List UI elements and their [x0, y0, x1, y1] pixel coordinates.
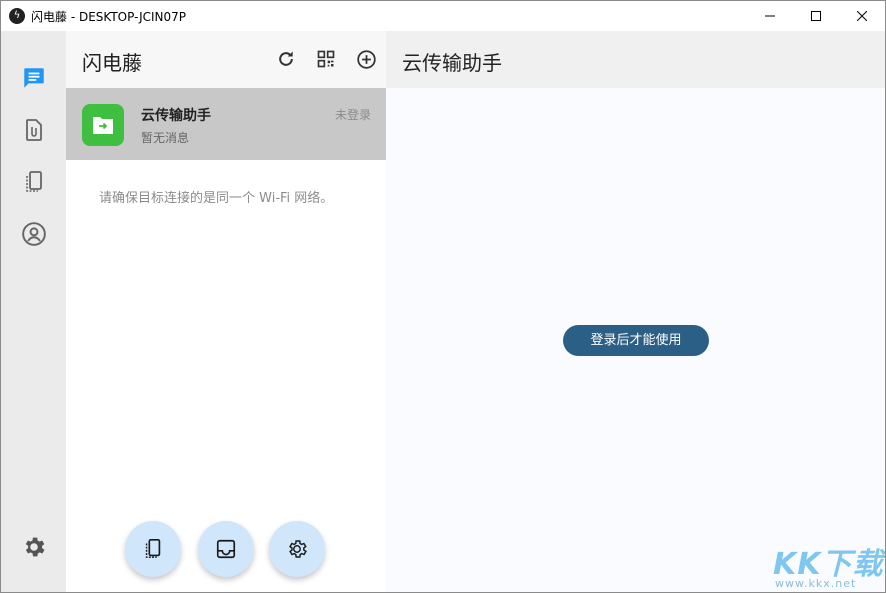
qr-code-icon [317, 50, 335, 68]
add-circle-icon [356, 49, 376, 69]
window-title: 闪电藤 - DESKTOP-JCIN07P [31, 10, 187, 24]
gear-icon [25, 537, 45, 557]
item-avatar [82, 104, 124, 146]
wifi-hint: 请确保目标连接的是同一个 Wi-Fi 网络。 [99, 191, 334, 206]
list-header: 闪电藤 [66, 31, 386, 88]
item-name: 云传输助手 [141, 108, 211, 124]
nav-devices-button[interactable] [20, 168, 48, 196]
close-icon [857, 11, 867, 21]
devices-icon [145, 539, 161, 558]
watermark: KK下载 www.kkx.net [767, 539, 885, 592]
nav-files-button[interactable] [20, 116, 48, 144]
maximize-button[interactable] [793, 1, 839, 31]
refresh-icon [279, 51, 293, 66]
minimize-icon [765, 15, 775, 17]
close-button[interactable] [839, 1, 885, 31]
app-window: ϟ 闪电藤 - DESKTOP-JCIN07P 闪电藤 云传输助手 暂无消息 未… [0, 0, 886, 593]
inbox-icon [216, 539, 236, 559]
settings-fab[interactable] [269, 521, 325, 577]
refresh-button[interactable] [274, 47, 298, 71]
qr-code-button[interactable] [314, 47, 338, 71]
nav-account-button[interactable] [20, 220, 48, 248]
list-title: 闪电藤 [82, 51, 142, 75]
attachment-icon [26, 119, 42, 141]
devices-icon [26, 171, 42, 192]
app-logo-icon: ϟ [9, 8, 25, 24]
chat-icon [24, 68, 44, 88]
devices-fab[interactable] [125, 521, 181, 577]
watermark-url: www.kkx.net [775, 577, 857, 590]
list-item[interactable]: 云传输助手 暂无消息 未登录 [66, 88, 386, 160]
settings-button[interactable] [20, 533, 48, 561]
content-title: 云传输助手 [402, 51, 502, 75]
inbox-fab[interactable] [198, 521, 254, 577]
item-status: 未登录 [334, 108, 371, 122]
title-bar: ϟ 闪电藤 - DESKTOP-JCIN07P [1, 1, 885, 31]
minimize-button[interactable] [747, 1, 793, 31]
conversation-list-panel: 闪电藤 云传输助手 暂无消息 未登录 请确保目标连接的是同一个 Wi-Fi 网络… [66, 31, 386, 592]
chat-content-panel: 云传输助手 登录后才能使用 [386, 31, 885, 592]
add-button[interactable] [354, 47, 378, 71]
gear-icon [289, 540, 307, 558]
maximize-icon [811, 11, 821, 21]
item-subtitle: 暂无消息 [141, 131, 190, 145]
login-button[interactable]: 登录后才能使用 [563, 325, 709, 356]
content-header: 云传输助手 [386, 31, 885, 88]
account-icon [22, 222, 46, 246]
folder-icon [93, 117, 113, 134]
nav-rail [1, 31, 66, 592]
nav-chat-button[interactable] [20, 64, 48, 92]
